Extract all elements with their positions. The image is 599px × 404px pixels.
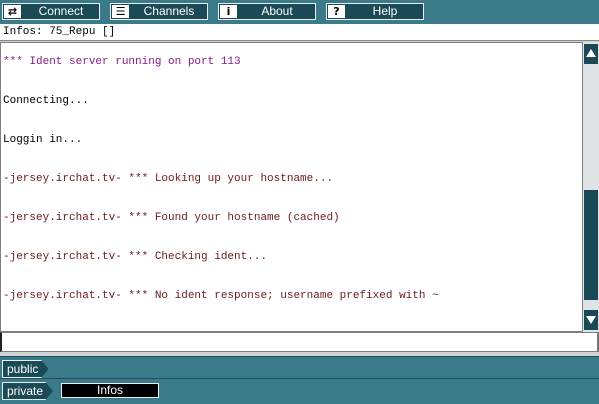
channels-button-label: Channels — [143, 4, 195, 18]
chat-line: Loggin in... — [3, 134, 83, 146]
tab-infos[interactable]: Infos — [61, 383, 159, 398]
scroll-down-button[interactable] — [584, 310, 598, 330]
chat-lines: *** Ident server running on port 113 Con… — [3, 30, 582, 329]
info-icon: i — [220, 5, 237, 18]
question-icon: ? — [328, 5, 345, 18]
help-button-label: Help — [372, 4, 398, 18]
about-button[interactable]: i About — [218, 3, 316, 20]
about-button-label: About — [261, 4, 293, 18]
private-tab-label[interactable]: private — [2, 382, 54, 400]
public-tab-bar: public — [0, 356, 599, 378]
chat-line: -jersey.irchat.tv- *** Looking up your h… — [3, 173, 334, 185]
connect-button[interactable]: ⇄ Connect — [2, 3, 100, 20]
private-tab-bar: private Infos — [0, 378, 599, 404]
chat-line: *** Ident server running on port 113 — [3, 56, 241, 68]
chevron-up-icon — [586, 49, 596, 57]
scroll-thumb[interactable] — [584, 190, 598, 300]
toolbar: ⇄ Connect ☰ Channels i About ? Help — [0, 0, 599, 25]
connect-arrows-icon: ⇄ — [4, 5, 21, 18]
chat-line: Connecting... — [3, 95, 89, 107]
chat-line: -jersey.irchat.tv- *** Checking ident... — [3, 251, 268, 263]
chevron-down-icon — [586, 316, 596, 324]
chat-line: -jersey.irchat.tv- *** No ident response… — [3, 290, 439, 302]
help-button[interactable]: ? Help — [326, 3, 424, 20]
scroll-up-button[interactable] — [584, 44, 598, 64]
public-tab-label[interactable]: public — [2, 360, 49, 378]
chat-log[interactable]: *** Ident server running on port 113 Con… — [0, 42, 582, 332]
channels-button[interactable]: ☰ Channels — [110, 3, 208, 20]
connect-button-label: Connect — [38, 4, 84, 18]
chat-line: -jersey.irchat.tv- *** Found your hostna… — [3, 212, 340, 224]
chat-scrollbar[interactable] — [582, 42, 599, 332]
channels-list-icon: ☰ — [112, 5, 129, 18]
message-input[interactable] — [0, 332, 599, 352]
